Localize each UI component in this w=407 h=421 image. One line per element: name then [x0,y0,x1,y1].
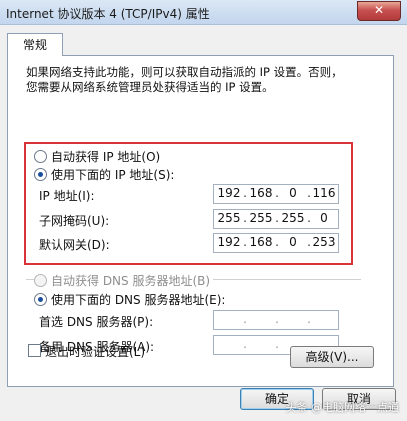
description-line-2: 您需要从网络系统管理员处获得适当的 IP 设置。 [26,80,274,94]
ip-address-octet-1: 192 [217,186,241,200]
radio-manual-dns-indicator[interactable] [34,293,47,306]
radio-manual-ip-label: 使用下面的 IP 地址(S): [51,168,175,182]
subnet-mask-octet-2: 255 [249,211,273,225]
close-button[interactable]: ✕ [357,1,401,21]
octet-separator: . [275,337,279,351]
watermark: 头条 @电脑网络一点通 [285,401,400,414]
octet-separator: . [243,337,247,351]
radio-manual-dns[interactable]: 使用下面的 DNS 服务器地址(E): [34,291,225,308]
radio-manual-ip[interactable]: 使用下面的 IP 地址(S): [34,166,174,183]
validate-on-exit-label: 退出时验证设置(L) [45,345,146,359]
general-panel: 如果网络支持此功能，则可以获取自动指派的 IP 设置。否则， 您需要从网络系统管… [7,55,394,387]
description-text: 如果网络支持此功能，则可以获取自动指派的 IP 设置。否则， 您需要从网络系统管… [26,65,386,95]
ip-address-octet-2: 168 [249,186,273,200]
ip-address-field[interactable]: 192. 168. 0. 116 [213,184,339,204]
subnet-mask-field[interactable]: 255. 255. 255. 0 [213,209,339,229]
advanced-button[interactable]: 高级(V)... [290,346,374,368]
window-title: Internet 协议版本 4 (TCP/IPv4) 属性 [6,7,210,21]
ip-address-octet-4: 116 [312,186,336,200]
gateway-octet-1: 192 [217,235,241,249]
preferred-dns-field[interactable]: ... [213,310,339,330]
radio-auto-dns[interactable]: 自动获得 DNS 服务器地址(B) [34,272,214,289]
dialog-body: 常规 如果网络支持此功能，则可以获取自动指派的 IP 设置。否则， 您需要从网络… [0,25,407,421]
gateway-octet-4: 253 [312,235,336,249]
subnet-mask-label: 子网掩码(U): [39,214,110,228]
gateway-octet-3: 0 [289,235,297,249]
octet-separator: . [275,312,279,326]
default-gateway-label: 默认网关(D): [39,238,110,252]
radio-manual-ip-indicator[interactable] [34,168,47,181]
subnet-mask-octet-4: 0 [320,211,328,225]
octet-separator: . [307,312,311,326]
radio-auto-ip-indicator[interactable] [34,150,47,163]
radio-manual-dns-label: 使用下面的 DNS 服务器地址(E): [51,293,226,307]
gateway-octet-2: 168 [249,235,273,249]
radio-auto-dns-indicator[interactable] [34,274,47,287]
radio-auto-ip[interactable]: 自动获得 IP 地址(O) [34,148,160,165]
default-gateway-field[interactable]: 192. 168. 0. 253 [213,233,339,253]
subnet-mask-octet-3: 255 [281,211,305,225]
close-icon: ✕ [373,3,385,17]
octet-separator: . [243,312,247,326]
tab-general[interactable]: 常规 [7,33,63,56]
title-bar: Internet 协议版本 4 (TCP/IPv4) 属性 ✕ [0,0,407,25]
subnet-mask-octet-1: 255 [217,211,241,225]
description-line-1: 如果网络支持此功能，则可以获取自动指派的 IP 设置。否则， [26,65,343,79]
ip-address-label: IP 地址(I): [39,189,95,203]
radio-auto-dns-label: 自动获得 DNS 服务器地址(B) [51,274,211,288]
radio-auto-ip-label: 自动获得 IP 地址(O) [51,150,161,164]
validate-on-exit-checkbox[interactable] [28,344,41,357]
ip-address-octet-3: 0 [289,186,297,200]
preferred-dns-label: 首选 DNS 服务器(P): [39,315,154,329]
